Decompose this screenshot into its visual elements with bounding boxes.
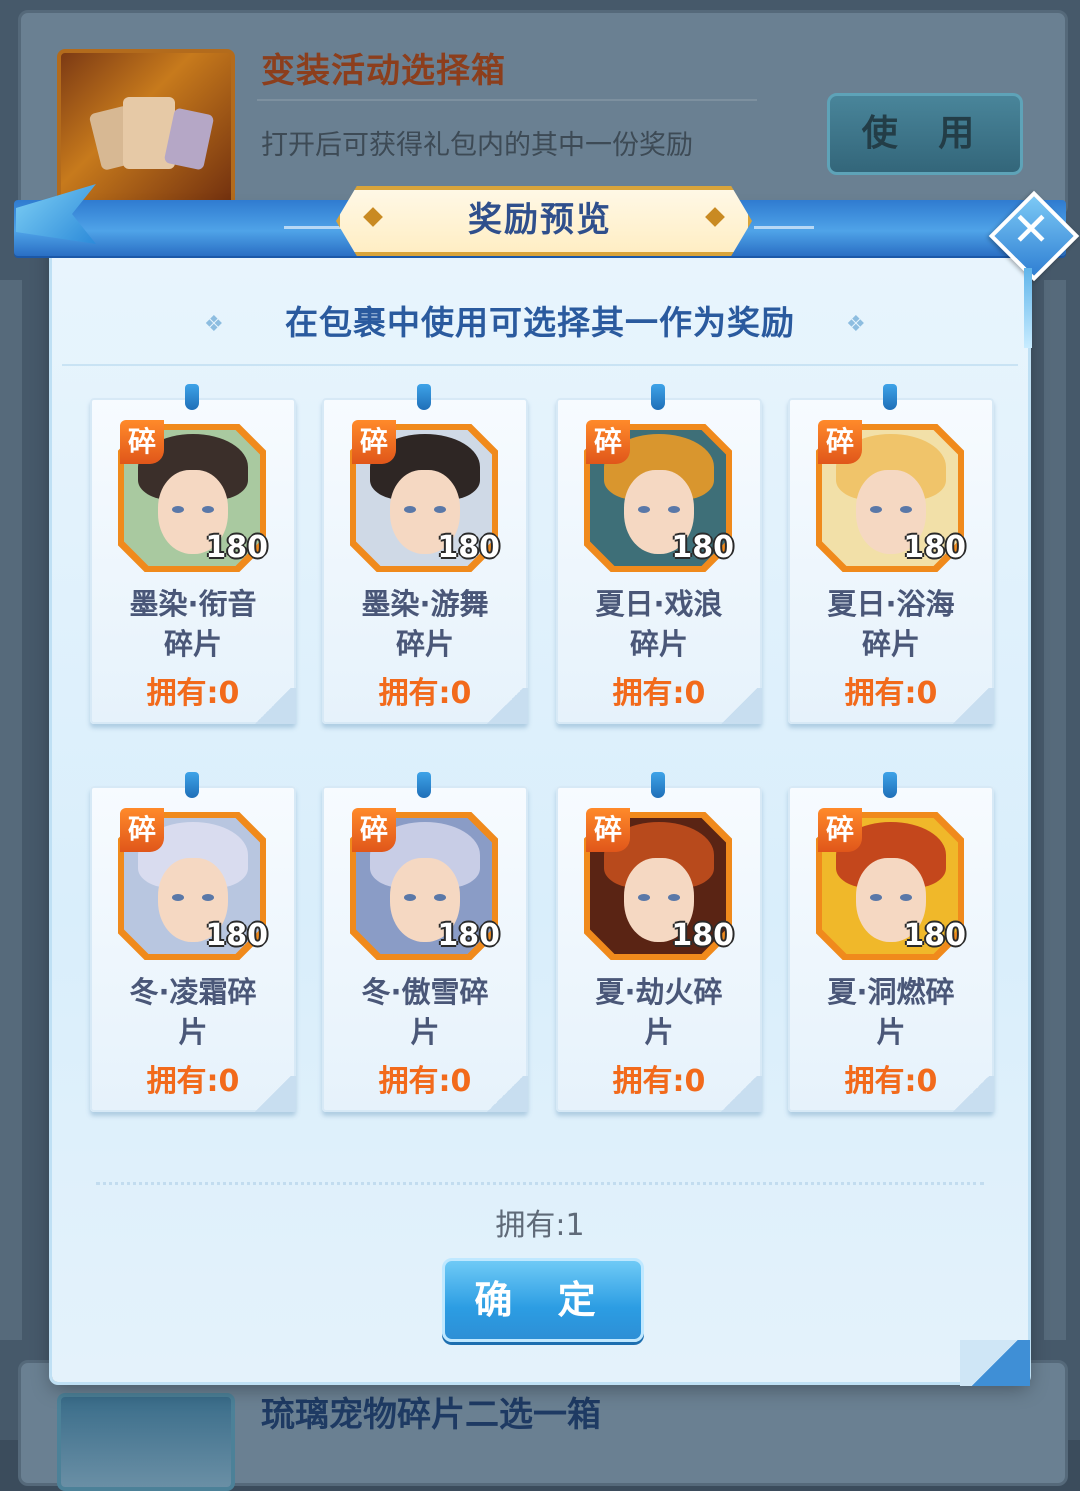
dialog-title: 奖励预览 — [468, 200, 612, 240]
reward-card[interactable]: 碎 180 夏日·戏浪碎片拥有:0 — [556, 384, 762, 724]
portrait-eye — [900, 506, 912, 513]
fragment-badge: 碎 — [818, 808, 862, 852]
fragment-badge: 碎 — [586, 808, 630, 852]
confirm-button[interactable]: 确 定 — [442, 1258, 644, 1342]
portrait-eye — [870, 894, 882, 901]
reward-name: 冬·凌霜碎片 — [98, 972, 288, 1052]
reward-card[interactable]: 碎 180 夏·劫火碎片拥有:0 — [556, 772, 762, 1112]
owned-count: 拥有:0 — [146, 1064, 240, 1099]
reward-name-line1: 夏日·戏浪 — [595, 587, 723, 621]
reward-card[interactable]: 碎 180 夏·洞燃碎片拥有:0 — [788, 772, 994, 1112]
fragment-count: 180 — [903, 530, 966, 565]
ornament-icon: ❖ — [846, 312, 866, 337]
owned-count: 拥有:0 — [378, 1064, 472, 1099]
portrait-eye — [172, 506, 184, 513]
reward-name-line1: 夏·洞燃碎 — [827, 975, 955, 1009]
reward-name-line2: 碎片 — [861, 627, 920, 661]
list-edge — [0, 280, 22, 1340]
reward-card[interactable]: 碎 180 冬·傲雪碎片拥有:0 — [322, 772, 528, 1112]
reward-name-line2: 碎片 — [395, 627, 454, 661]
portrait-eye — [434, 894, 446, 901]
reward-name: 夏日·浴海碎片 — [796, 584, 986, 664]
pin-icon — [883, 772, 897, 798]
fragment-badge: 碎 — [352, 420, 396, 464]
use-button[interactable]: 使 用 — [827, 93, 1023, 175]
item-title: 琉璃宠物碎片二选一箱 — [261, 1395, 601, 1435]
reward-name: 墨染·衔音碎片 — [98, 584, 288, 664]
item-description: 打开后可获得礼包内的其中一份奖励 — [261, 130, 693, 161]
reward-name-line1: 墨染·游舞 — [361, 587, 489, 621]
portrait-eye — [202, 506, 214, 513]
pin-icon — [185, 772, 199, 798]
reward-name: 夏·洞燃碎片 — [796, 972, 986, 1052]
item-divider — [257, 99, 757, 101]
item-title: 变装活动选择箱 — [261, 51, 506, 91]
owned-count: 拥有:0 — [612, 1064, 706, 1099]
fragment-count: 180 — [671, 918, 734, 953]
list-edge — [1044, 280, 1066, 1340]
portrait-eye — [638, 894, 650, 901]
fragment-count: 180 — [205, 530, 268, 565]
reward-name-line2: 片 — [876, 1015, 906, 1049]
portrait-eye — [404, 506, 416, 513]
portrait-eye — [202, 894, 214, 901]
reward-name-line1: 冬·凌霜碎 — [129, 975, 257, 1009]
fragment-count: 180 — [671, 530, 734, 565]
close-button[interactable]: ✕ — [988, 190, 1080, 282]
reward-name-line1: 夏日·浴海 — [827, 587, 955, 621]
reward-name-line2: 碎片 — [163, 627, 222, 661]
fragment-badge: 碎 — [120, 808, 164, 852]
portrait-eye — [870, 506, 882, 513]
reward-name-line2: 片 — [644, 1015, 674, 1049]
fragment-count: 180 — [437, 918, 500, 953]
portrait-eye — [668, 506, 680, 513]
owned-count: 拥有:0 — [844, 1064, 938, 1099]
pin-icon — [883, 384, 897, 410]
owned-count: 拥有:0 — [844, 676, 938, 711]
reward-name-line2: 片 — [410, 1015, 440, 1049]
owned-count: 拥有:0 — [378, 676, 472, 711]
subtitle-divider — [62, 364, 1018, 366]
portrait-eye — [900, 894, 912, 901]
fragment-count: 180 — [205, 918, 268, 953]
fragment-count: 180 — [437, 530, 500, 565]
pin-icon — [651, 772, 665, 798]
fragment-badge: 碎 — [120, 420, 164, 464]
reward-name: 夏日·戏浪碎片 — [564, 584, 754, 664]
dialog-subtitle: 在包裹中使用可选择其一作为奖励 — [285, 303, 795, 342]
reward-card[interactable]: 碎 180 墨染·游舞碎片拥有:0 — [322, 384, 528, 724]
bag-item-card: 变装活动选择箱 打开后可获得礼包内的其中一份奖励 使 用 — [18, 10, 1068, 217]
owned-total-label: 拥有:1 — [495, 1208, 585, 1243]
owned-count: 拥有:0 — [146, 676, 240, 711]
reward-name: 夏·劫火碎片 — [564, 972, 754, 1052]
reward-card[interactable]: 碎 180 冬·凌霜碎片拥有:0 — [90, 772, 296, 1112]
portrait-eye — [434, 506, 446, 513]
portrait-eye — [638, 506, 650, 513]
reward-card[interactable]: 碎 180 墨染·衔音碎片拥有:0 — [90, 384, 296, 724]
owned-count: 拥有:0 — [612, 676, 706, 711]
reward-name-line2: 片 — [178, 1015, 208, 1049]
reward-name-line1: 夏·劫火碎 — [595, 975, 723, 1009]
page-curl-decoration — [960, 1340, 1030, 1386]
fragment-badge: 碎 — [586, 420, 630, 464]
pin-icon — [185, 384, 199, 410]
pin-icon — [417, 384, 431, 410]
portrait-eye — [172, 894, 184, 901]
reward-name-line1: 墨染·衔音 — [129, 587, 257, 621]
reward-name: 墨染·游舞碎片 — [330, 584, 520, 664]
reward-name-line1: 冬·傲雪碎 — [361, 975, 489, 1009]
portrait-eye — [404, 894, 416, 901]
pin-icon — [651, 384, 665, 410]
item-thumbnail — [57, 1393, 235, 1491]
fragment-badge: 碎 — [818, 420, 862, 464]
reward-name-line2: 碎片 — [629, 627, 688, 661]
pin-icon — [417, 772, 431, 798]
reward-name: 冬·傲雪碎片 — [330, 972, 520, 1052]
fragment-count: 180 — [903, 918, 966, 953]
portrait-eye — [668, 894, 680, 901]
fragment-badge: 碎 — [352, 808, 396, 852]
dotted-divider — [96, 1182, 984, 1185]
reward-card[interactable]: 碎 180 夏日·浴海碎片拥有:0 — [788, 384, 994, 724]
close-icon: ✕ — [1011, 202, 1051, 256]
